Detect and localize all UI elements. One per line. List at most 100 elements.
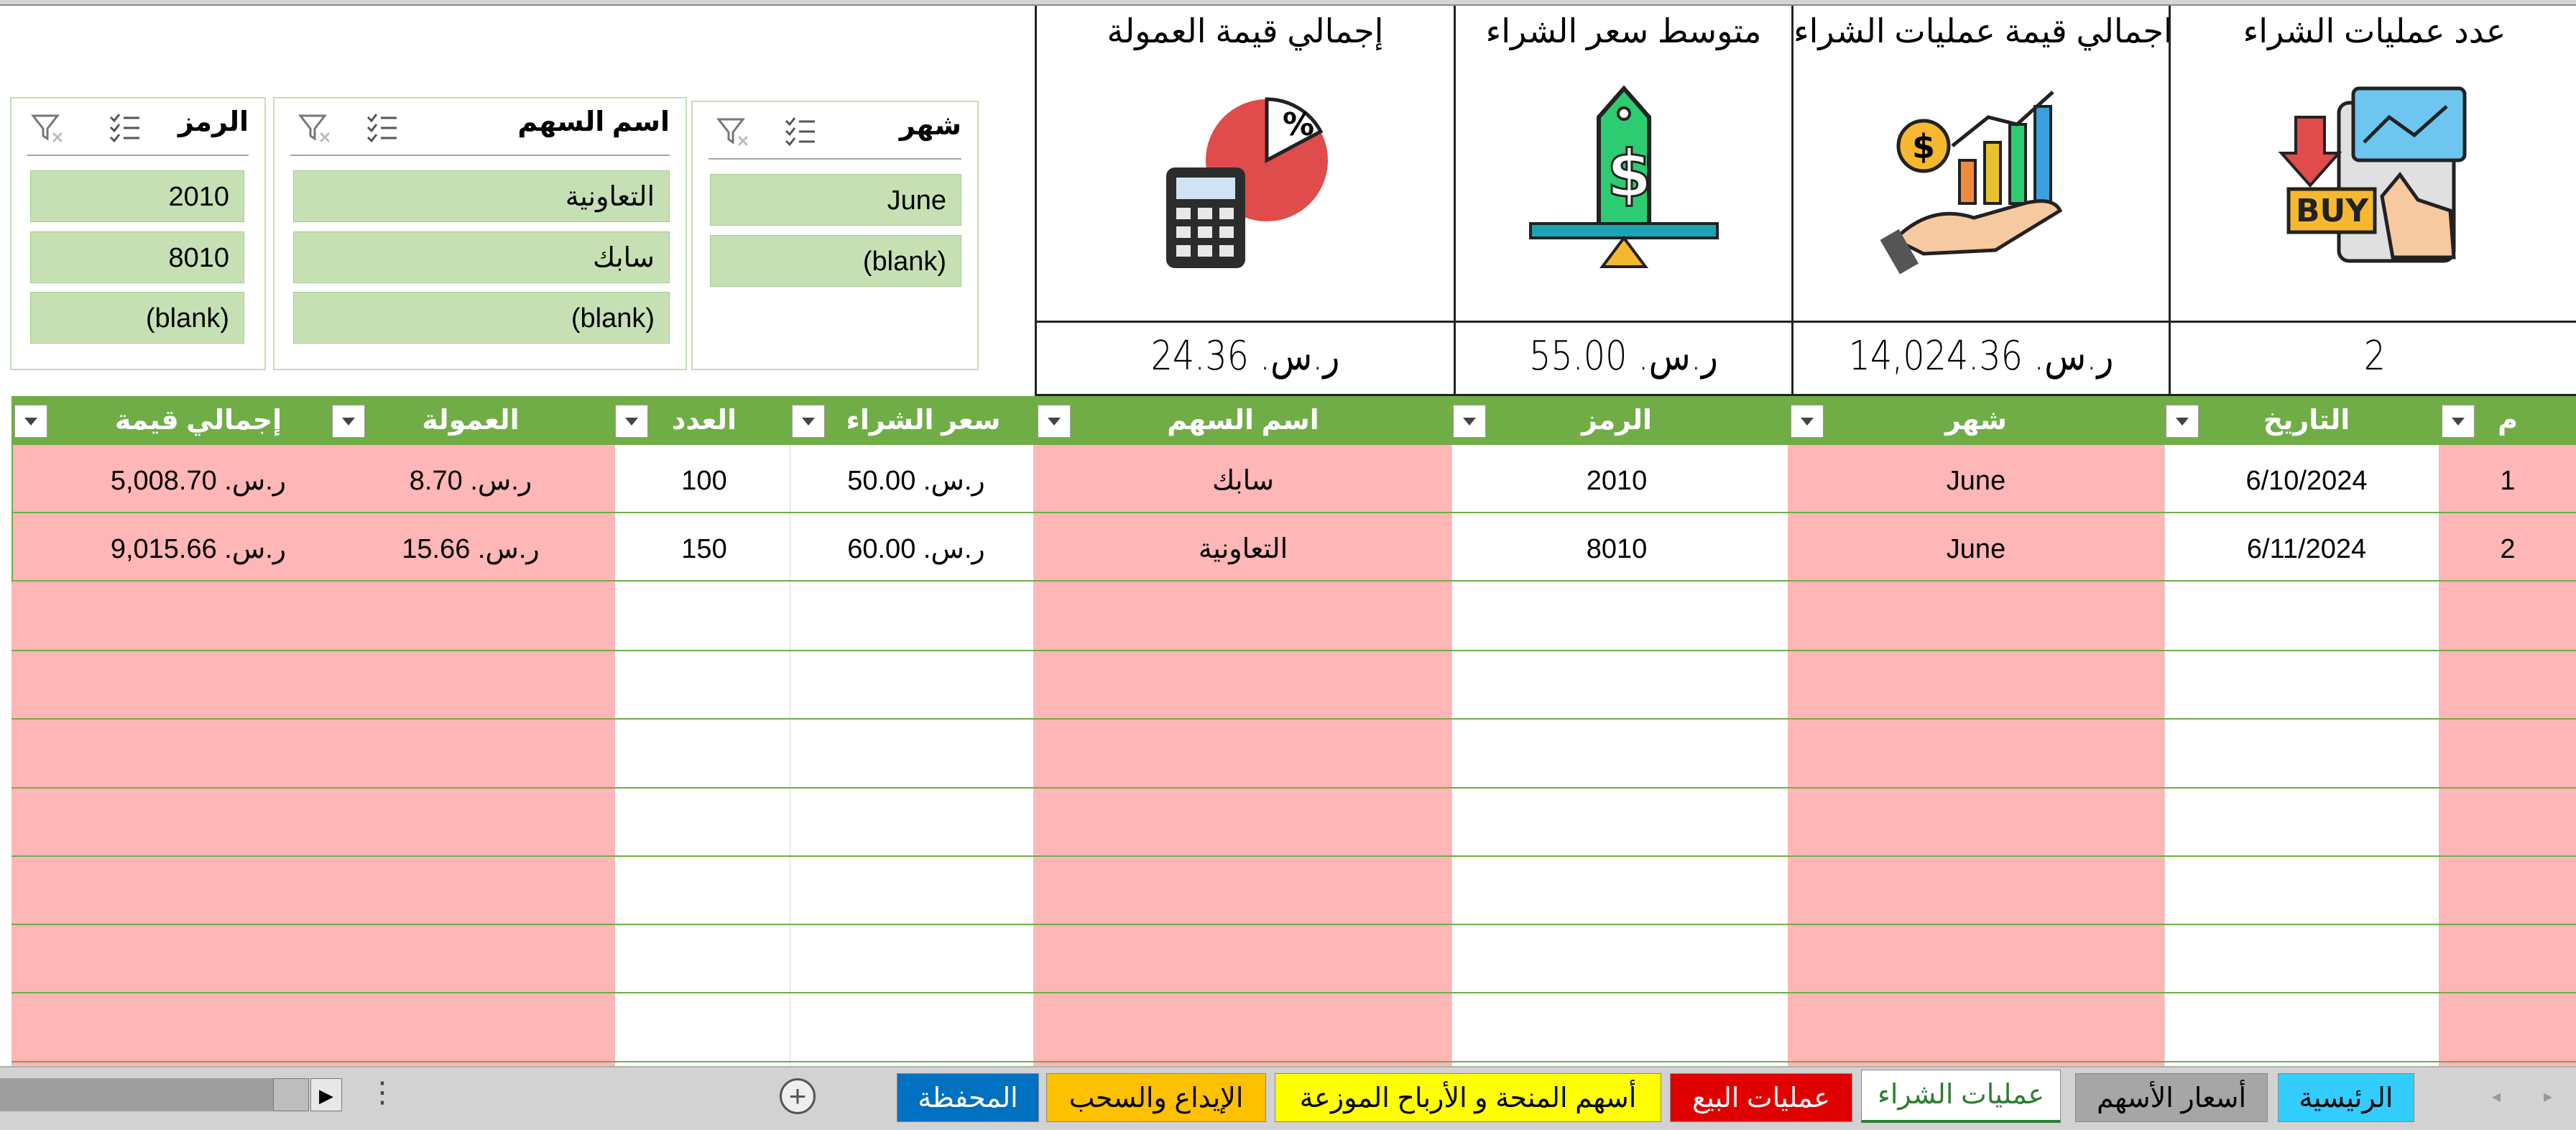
filter-dropdown-button[interactable] <box>1791 405 1824 438</box>
cell-index: 2 <box>2500 534 2516 564</box>
filter-dropdown-button[interactable] <box>2442 405 2475 438</box>
slicer-symbol[interactable]: الرمز 2010 8010 (blank) <box>10 97 266 370</box>
cell-total: ر.س. 9,015.66 <box>110 534 287 564</box>
tab-buy-operations[interactable]: عمليات الشراء <box>1861 1070 2061 1123</box>
slicer-item[interactable]: سابك <box>293 231 670 283</box>
tab-scroll-right-icon[interactable]: ▸ <box>2544 1083 2565 1111</box>
column-header-index: م <box>2498 405 2518 436</box>
tab-portfolio[interactable]: المحفظة <box>897 1073 1039 1122</box>
cell-stock-name: سابك <box>1211 466 1275 496</box>
filter-dropdown-button[interactable] <box>1453 405 1486 438</box>
kpi-value: 2 <box>2363 333 2386 380</box>
slicer-item[interactable]: (blank) <box>30 292 244 344</box>
column-header-price: سعر الشراء <box>846 405 1001 436</box>
scroll-right-arrow-icon[interactable]: ▶ <box>310 1078 342 1111</box>
kpi-value: ر.س. 55.00 <box>1529 333 1719 380</box>
filter-dropdown-button[interactable] <box>2166 405 2199 438</box>
svg-text:%: % <box>1283 106 1314 143</box>
column-header-stock-name: اسم السهم <box>1167 405 1319 436</box>
cell-quantity: 150 <box>681 534 727 564</box>
table-row[interactable]: ر.س. 9,015.66 ر.س. 15.66 150 ر.س. 60.00 … <box>0 515 2576 582</box>
filter-dropdown-button[interactable] <box>792 405 825 438</box>
column-header-symbol: الرمز <box>1581 405 1653 436</box>
slicer-month[interactable]: شهر June (blank) <box>691 101 979 370</box>
cell-symbol: 2010 <box>1586 466 1648 496</box>
cell-date: 6/11/2024 <box>2246 534 2367 564</box>
svg-text:$: $ <box>1607 137 1652 212</box>
kpi-value: ر.س. 24.36 <box>1150 333 1341 380</box>
kpi-title: عدد عمليات الشراء <box>2243 12 2506 50</box>
table-row[interactable]: ر.س. 5,008.70 ر.س. 8.70 100 ر.س. 50.00 س… <box>0 447 2576 513</box>
kpi-divider <box>1456 321 1791 323</box>
buy-touch-icon: BUY <box>2278 86 2466 263</box>
svg-text:BUY: BUY <box>2296 193 2369 229</box>
more-options-icon[interactable]: ⋮ <box>368 1075 397 1113</box>
cell-price: ر.س. 50.00 <box>847 466 985 496</box>
cell-stock-name: التعاونية <box>1198 534 1288 564</box>
row-divider <box>11 718 2576 720</box>
multi-select-icon[interactable] <box>364 109 401 146</box>
filter-dropdown-button[interactable] <box>14 405 47 438</box>
filter-dropdown-button[interactable] <box>332 405 365 438</box>
slicer-title: الرمز <box>177 107 249 137</box>
add-sheet-icon[interactable]: + <box>780 1078 816 1114</box>
tab-deposit-withdrawal[interactable]: الإيداع والسحب <box>1046 1073 1266 1122</box>
kpi-card-total-value: اجمالي قيمة عمليات الشراء $ ر.س. 14,024.… <box>1791 6 2173 396</box>
kpi-card-avg-price: متوسط سعر الشراء $ ر.س. 55.00 <box>1454 6 1791 396</box>
kpi-panel: إجمالي قيمة العمولة % ر.س. 24.36 متوسط س… <box>1035 6 2576 396</box>
calculator-pie-icon: % <box>1166 97 1328 268</box>
scroll-thumb[interactable] <box>273 1078 309 1111</box>
cell-date: 6/10/2024 <box>2245 466 2368 496</box>
kpi-value: ر.س. 14,024.36 <box>1848 333 2115 380</box>
slicer-divider <box>708 158 961 160</box>
column-header-quantity: العدد <box>671 405 737 436</box>
row-divider <box>11 992 2576 993</box>
kpi-divider <box>1037 321 1454 323</box>
slicer-item[interactable]: 2010 <box>30 170 244 222</box>
kpi-title: إجمالي قيمة العمولة <box>1107 12 1384 50</box>
row-divider <box>11 787 2576 789</box>
slicer-item[interactable]: التعاونية <box>293 170 670 222</box>
cell-total: ر.س. 5,008.70 <box>110 466 287 496</box>
kpi-divider <box>1793 321 2169 323</box>
column-header-total: إجمالي قيمة الشراء <box>114 405 282 484</box>
slicer-item[interactable]: 8010 <box>30 231 244 283</box>
tab-scroll-left-icon[interactable]: ◂ <box>2492 1083 2513 1111</box>
tab-stock-prices[interactable]: أسعار الأسهم <box>2075 1073 2268 1122</box>
kpi-title: متوسط سعر الشراء <box>1485 12 1762 50</box>
slicer-item[interactable]: (blank) <box>710 235 961 287</box>
column-header-date: التاريخ <box>2263 405 2350 436</box>
cell-commission: ر.س. 8.70 <box>409 466 532 496</box>
column-header-commission: العمولة <box>422 405 520 436</box>
kpi-card-count: عدد عمليات الشراء BUY 2 <box>2169 6 2576 396</box>
slicer-title: اسم السهم <box>517 107 670 137</box>
tab-home[interactable]: الرئيسية <box>2278 1073 2414 1122</box>
clear-filter-icon[interactable] <box>714 112 752 150</box>
multi-select-icon[interactable] <box>782 112 819 150</box>
cell-price: ر.س. 60.00 <box>847 534 985 564</box>
tab-bonus-dividends[interactable]: أسهم المنحة و الأرباح الموزعة <box>1275 1073 1661 1122</box>
price-tag-balance-icon: $ <box>1528 85 1719 268</box>
filter-dropdown-button[interactable] <box>1038 405 1071 438</box>
cell-month: June <box>1946 534 2006 564</box>
horizontal-scrollbar[interactable] <box>0 1078 273 1111</box>
clear-filter-icon[interactable] <box>296 109 333 146</box>
svg-text:$: $ <box>1912 127 1935 166</box>
slicer-item[interactable]: (blank) <box>293 292 670 344</box>
cell-symbol: 8010 <box>1586 534 1648 564</box>
top-frame-line <box>0 0 2576 6</box>
cell-quantity: 100 <box>681 466 727 496</box>
filter-dropdown-button[interactable] <box>615 405 648 438</box>
clear-filter-icon[interactable] <box>29 109 66 146</box>
multi-select-icon[interactable] <box>106 109 144 146</box>
slicer-stock-name[interactable]: اسم السهم التعاونية سابك (blank) <box>273 97 687 370</box>
slicer-divider <box>27 155 249 156</box>
tab-sell-operations[interactable]: عمليات البيع <box>1670 1073 1852 1122</box>
cell-index: 1 <box>2500 466 2516 496</box>
slicer-divider <box>290 155 670 156</box>
slicer-item[interactable]: June <box>710 174 961 226</box>
row-divider <box>11 924 2576 925</box>
cell-month: June <box>1946 466 2006 496</box>
slicer-title: شهر <box>899 111 961 141</box>
row-divider <box>11 1061 2576 1062</box>
